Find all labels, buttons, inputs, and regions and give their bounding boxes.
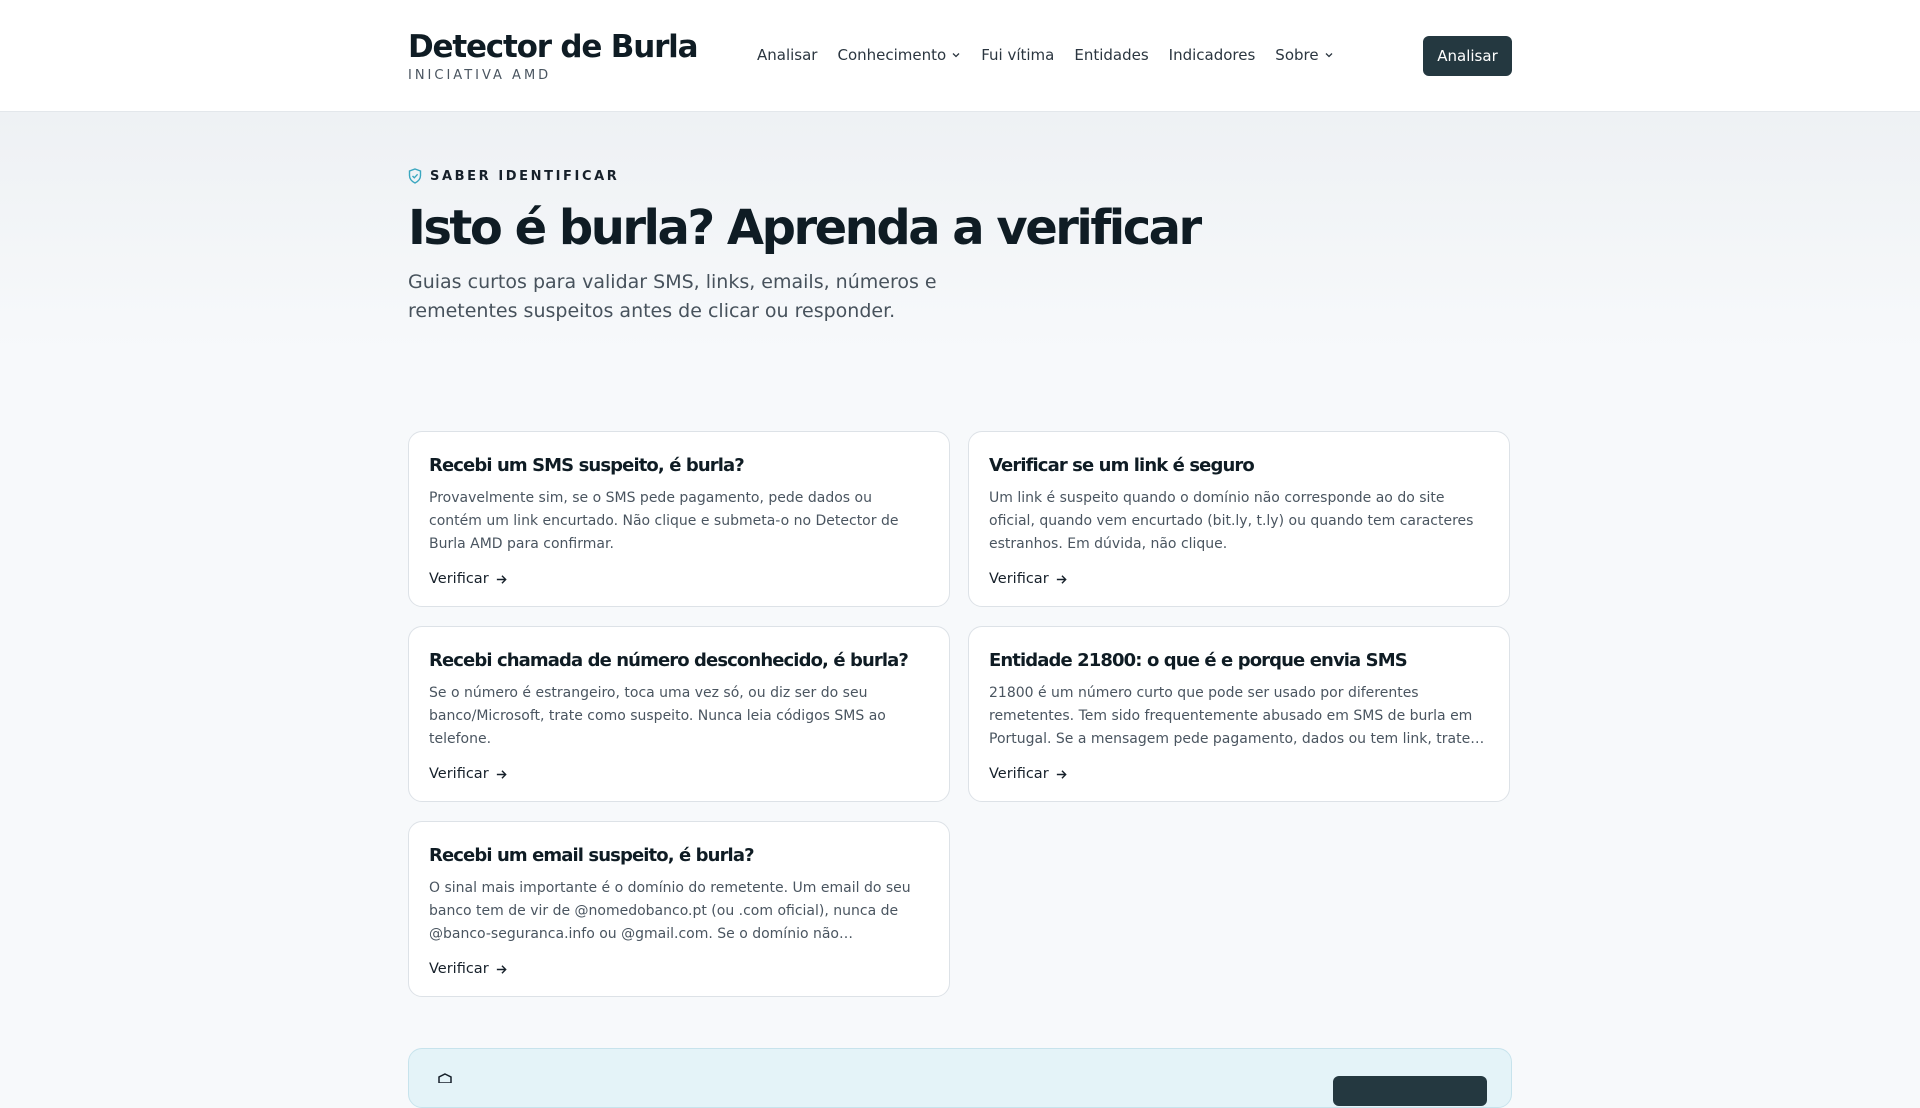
verify-link[interactable]: Verificar bbox=[989, 766, 1068, 782]
banner-button[interactable] bbox=[1333, 1076, 1487, 1106]
nav-item-label: Conhecimento bbox=[837, 46, 947, 64]
card-text: Um link é suspeito quando o domínio não … bbox=[989, 490, 1474, 552]
verify-link-label: Verificar bbox=[429, 766, 489, 782]
verify-link-label: Verificar bbox=[429, 571, 489, 587]
card-text: O sinal mais importante é o domínio do r… bbox=[429, 880, 911, 942]
guide-card-link[interactable]: Verificar se um link é seguro Um link é … bbox=[968, 431, 1510, 607]
verify-link-label: Verificar bbox=[429, 961, 489, 977]
eyebrow-label: SABER IDENTIFICAR bbox=[430, 168, 620, 184]
arrow-right-icon bbox=[1056, 769, 1067, 779]
page-lead: Guias curtos para validar SMS, links, em… bbox=[408, 271, 937, 322]
nav-item-label: Indicadores bbox=[1168, 46, 1256, 64]
arrow-right-icon bbox=[496, 574, 507, 584]
verify-link[interactable]: Verificar bbox=[429, 766, 508, 782]
guide-card-entity[interactable]: Entidade 21800: o que é e porque envia S… bbox=[968, 626, 1510, 802]
brand[interactable]: Detector de Burla INICIATIVA AMD bbox=[408, 28, 699, 83]
nav-item-label: Entidades bbox=[1074, 46, 1149, 64]
shield-icon bbox=[438, 1073, 452, 1083]
guide-card-sms[interactable]: Recebi um SMS suspeito, é burla? Provave… bbox=[408, 431, 950, 607]
card-title: Recebi um email suspeito, é burla? bbox=[429, 845, 755, 866]
card-text: Se o número é estrangeiro, toca uma vez … bbox=[429, 685, 886, 747]
page-title: Isto é burla? Aprenda a verificar bbox=[408, 200, 1202, 256]
card-title: Entidade 21800: o que é e porque envia S… bbox=[989, 650, 1408, 671]
main-nav: Analisar Conhecimento Fui vítima Entidad… bbox=[757, 46, 1334, 64]
card-title: Recebi chamada de número desconhecido, é… bbox=[429, 650, 909, 671]
nav-item-label: Fui vítima bbox=[981, 46, 1055, 64]
card-title: Recebi um SMS suspeito, é burla? bbox=[429, 455, 745, 476]
card-text: 21800 é um número curto que pode ser usa… bbox=[989, 685, 1485, 747]
verify-link[interactable]: Verificar bbox=[429, 571, 508, 587]
brand-title[interactable]: Detector de Burla bbox=[408, 28, 699, 66]
guide-card-call[interactable]: Recebi chamada de número desconhecido, é… bbox=[408, 626, 950, 802]
chevron-down-icon bbox=[952, 53, 960, 58]
analisar-button[interactable]: Analisar bbox=[1423, 36, 1512, 76]
verify-link-label: Verificar bbox=[989, 766, 1049, 782]
site-header: Detector de Burla INICIATIVA AMD Analisa… bbox=[0, 0, 1920, 112]
verify-link-label: Verificar bbox=[989, 571, 1049, 587]
arrow-right-icon bbox=[1056, 574, 1067, 584]
shield-check-icon bbox=[408, 168, 422, 184]
brand-subtitle: INICIATIVA AMD bbox=[408, 68, 552, 83]
guide-card-email[interactable]: Recebi um email suspeito, é burla? O sin… bbox=[408, 821, 950, 997]
nav-item-conhecimento[interactable]: Conhecimento bbox=[837, 46, 961, 64]
nav-item-indicadores[interactable]: Indicadores bbox=[1169, 46, 1256, 64]
nav-item-entidades[interactable]: Entidades bbox=[1074, 46, 1148, 64]
arrow-right-icon bbox=[496, 964, 507, 974]
card-title: Verificar se um link é seguro bbox=[989, 455, 1255, 476]
chevron-down-icon bbox=[1325, 53, 1333, 58]
nav-item-label: Analisar bbox=[757, 46, 818, 64]
nav-item-analisar[interactable]: Analisar bbox=[757, 46, 817, 64]
verify-link[interactable]: Verificar bbox=[429, 961, 508, 977]
nav-item-fui-vitima[interactable]: Fui vítima bbox=[981, 46, 1054, 64]
nav-item-sobre[interactable]: Sobre bbox=[1275, 46, 1333, 64]
eyebrow: SABER IDENTIFICAR bbox=[408, 168, 619, 184]
arrow-right-icon bbox=[496, 769, 507, 779]
nav-item-label: Sobre bbox=[1275, 46, 1319, 64]
verify-link[interactable]: Verificar bbox=[989, 571, 1068, 587]
card-text: Provavelmente sim, se o SMS pede pagamen… bbox=[429, 490, 899, 552]
